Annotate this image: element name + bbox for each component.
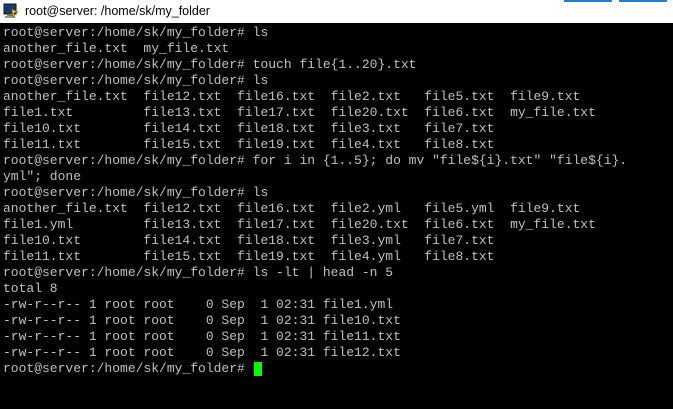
terminal-line: file1.yml file13.txt file17.txt file20.t…: [3, 217, 596, 232]
terminal-line: file11.txt file15.txt file19.txt file4.t…: [3, 137, 495, 152]
terminal-window: root@server: /home/sk/my_folder root@ser…: [0, 0, 673, 409]
terminal-output[interactable]: root@server:/home/sk/my_folder# ls anothe…: [0, 23, 673, 409]
terminal-line: -rw-r--r-- 1 root root 0 Sep 1 02:31 fil…: [3, 297, 394, 312]
terminal-line: root@server:/home/sk/my_folder# ls: [3, 25, 269, 40]
terminal-line: file10.txt file14.txt file18.txt file3.t…: [3, 121, 495, 136]
terminal-line: root@server:/home/sk/my_folder# touch fi…: [3, 57, 417, 72]
text-cursor: [253, 362, 262, 376]
terminal-line: root@server:/home/sk/my_folder# ls -lt |…: [3, 265, 394, 280]
terminal-line: file11.txt file15.txt file19.txt file4.y…: [3, 249, 495, 264]
title-bar[interactable]: root@server: /home/sk/my_folder: [0, 0, 673, 23]
title-accent-bar: [564, 0, 612, 2]
terminal-line: yml"; done: [3, 169, 82, 184]
terminal-line: root@server:/home/sk/my_folder# for i in…: [3, 153, 628, 168]
terminal-line: another_file.txt file12.txt file16.txt f…: [3, 89, 581, 104]
terminal-line: -rw-r--r-- 1 root root 0 Sep 1 02:31 fil…: [3, 329, 401, 344]
terminal-line: total 8: [3, 281, 58, 296]
prompt-text: root@server:/home/sk/my_folder#: [3, 361, 253, 376]
window-title: root@server: /home/sk/my_folder: [25, 4, 210, 18]
terminal-line: root@server:/home/sk/my_folder# ls: [3, 73, 269, 88]
terminal-line: -rw-r--r-- 1 root root 0 Sep 1 02:31 fil…: [3, 313, 401, 328]
terminal-line: file10.txt file14.txt file18.txt file3.y…: [3, 233, 495, 248]
terminal-line: file1.txt file13.txt file17.txt file20.t…: [3, 105, 596, 120]
terminal-line: root@server:/home/sk/my_folder# ls: [3, 185, 269, 200]
terminal-lines: root@server:/home/sk/my_folder# ls anothe…: [3, 25, 627, 377]
title-accent-bar: [619, 0, 667, 2]
active-prompt-line[interactable]: root@server:/home/sk/my_folder#: [3, 361, 627, 377]
putty-terminal-icon: [3, 3, 19, 18]
terminal-line: another_file.txt file12.txt file16.txt f…: [3, 201, 581, 216]
terminal-line: another_file.txt my_file.txt: [3, 41, 230, 56]
terminal-line: -rw-r--r-- 1 root root 0 Sep 1 02:31 fil…: [3, 345, 401, 360]
